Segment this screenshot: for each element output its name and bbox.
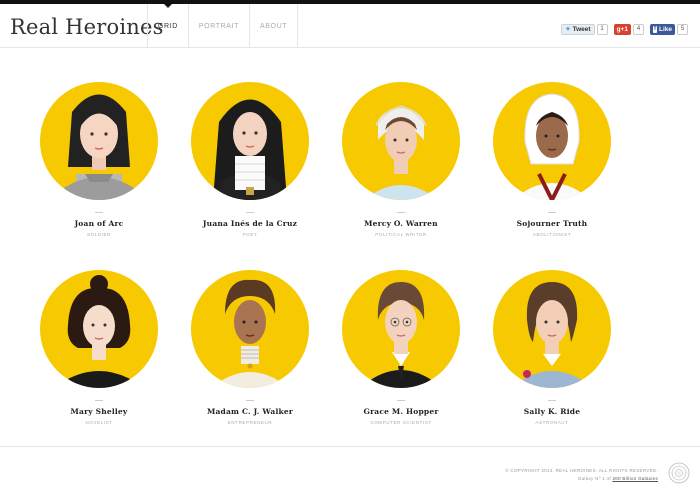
heroine-name[interactable]: Sojourner Truth	[477, 219, 627, 228]
site-footer: © COPYRIGHT 2014, REAL HEROINES. ALL RIG…	[0, 446, 700, 500]
heroine-card[interactable]: Mercy O. Warren POLITICAL WRITER	[326, 82, 476, 237]
tweet-button[interactable]: ✦ Tweet 1	[561, 24, 608, 35]
heroine-card[interactable]: Mary Shelley NOVELIST	[24, 270, 174, 425]
heroine-role: COMPUTER SCIENTIST	[370, 420, 432, 425]
heroine-card[interactable]: Madam C. J. Walker ENTREPRENEUR	[175, 270, 325, 425]
heroine-role: NOVELIST	[85, 420, 113, 425]
heroine-name[interactable]: Madam C. J. Walker	[175, 407, 325, 416]
heroine-role: ENTREPRENEUR	[227, 420, 273, 425]
heroine-name[interactable]: Sally K. Ride	[477, 407, 627, 416]
heroine-role: ASTRONAUT	[535, 420, 569, 425]
heroine-name[interactable]: Juana Inés de la Cruz	[175, 219, 325, 228]
gplus-count: 4	[632, 24, 644, 35]
gplus-button[interactable]: g+1 4	[613, 24, 644, 35]
tweet-label: Tweet	[572, 26, 591, 33]
divider	[95, 400, 103, 401]
portrait-sally-ride	[493, 270, 611, 388]
divider	[548, 400, 556, 401]
tab-grid[interactable]: GRID	[147, 4, 188, 48]
facebook-like-button[interactable]: f Like 5	[649, 24, 688, 35]
facebook-icon: f	[652, 26, 657, 33]
galaxy-line: Galaxy Nº 1 of 200 Billion Galaxies	[505, 475, 658, 483]
portrait-mercy-warren	[342, 82, 460, 200]
portrait-grace-hopper	[342, 270, 460, 388]
twitter-bird-icon: ✦	[565, 26, 571, 33]
heroine-name[interactable]: Joan of Arc	[24, 219, 174, 228]
galaxy-link[interactable]: 200 Billion Galaxies	[612, 476, 658, 481]
portrait-juana-ines	[191, 82, 309, 200]
social-buttons: ✦ Tweet 1 g+1 4 f Like 5	[561, 24, 688, 35]
divider	[397, 400, 405, 401]
heroine-name[interactable]: Mary Shelley	[24, 407, 174, 416]
site-logo[interactable]: Real Heroines	[10, 15, 164, 39]
heroine-role: ABOLITIONIST	[532, 232, 572, 237]
tab-portrait[interactable]: PORTRAIT	[187, 4, 249, 48]
site-header: Real Heroines GRID PORTRAIT ABOUT ✦ Tweet…	[0, 4, 700, 48]
heroine-name[interactable]: Grace M. Hopper	[326, 407, 476, 416]
heroine-role: SOLDIER	[87, 232, 111, 237]
heroine-card[interactable]: Sally K. Ride ASTRONAUT	[477, 270, 627, 425]
portrait-sojourner-truth	[493, 82, 611, 200]
like-count: 5	[677, 24, 688, 35]
divider	[95, 212, 103, 213]
heroine-role: POLITICAL WRITER	[375, 232, 427, 237]
divider	[246, 212, 254, 213]
galaxy-prefix: Galaxy Nº 1 of	[577, 476, 611, 481]
copyright-text: © COPYRIGHT 2014, REAL HEROINES. ALL RIG…	[505, 468, 658, 473]
heroine-card[interactable]: Juana Inés de la Cruz POET	[175, 82, 325, 237]
like-label: Like	[658, 26, 672, 33]
copyright: © COPYRIGHT 2014, REAL HEROINES. ALL RIG…	[505, 467, 658, 483]
divider	[397, 212, 405, 213]
portrait-joan-of-arc	[40, 82, 158, 200]
divider	[548, 212, 556, 213]
seal-icon	[668, 462, 690, 484]
portrait-mary-shelley	[40, 270, 158, 388]
portrait-madam-walker	[191, 270, 309, 388]
tab-about[interactable]: ABOUT	[248, 4, 299, 48]
tweet-count: 1	[596, 24, 608, 35]
heroine-role: POET	[242, 232, 258, 237]
divider	[246, 400, 254, 401]
heroine-card[interactable]: Joan of Arc SOLDIER	[24, 82, 174, 237]
heroine-card[interactable]: Sojourner Truth ABOLITIONIST	[477, 82, 627, 237]
gplus-label: g+1	[613, 24, 631, 35]
heroine-card[interactable]: Grace M. Hopper COMPUTER SCIENTIST	[326, 270, 476, 425]
heroine-name[interactable]: Mercy O. Warren	[326, 219, 476, 228]
view-tabs: GRID PORTRAIT ABOUT	[147, 4, 299, 48]
